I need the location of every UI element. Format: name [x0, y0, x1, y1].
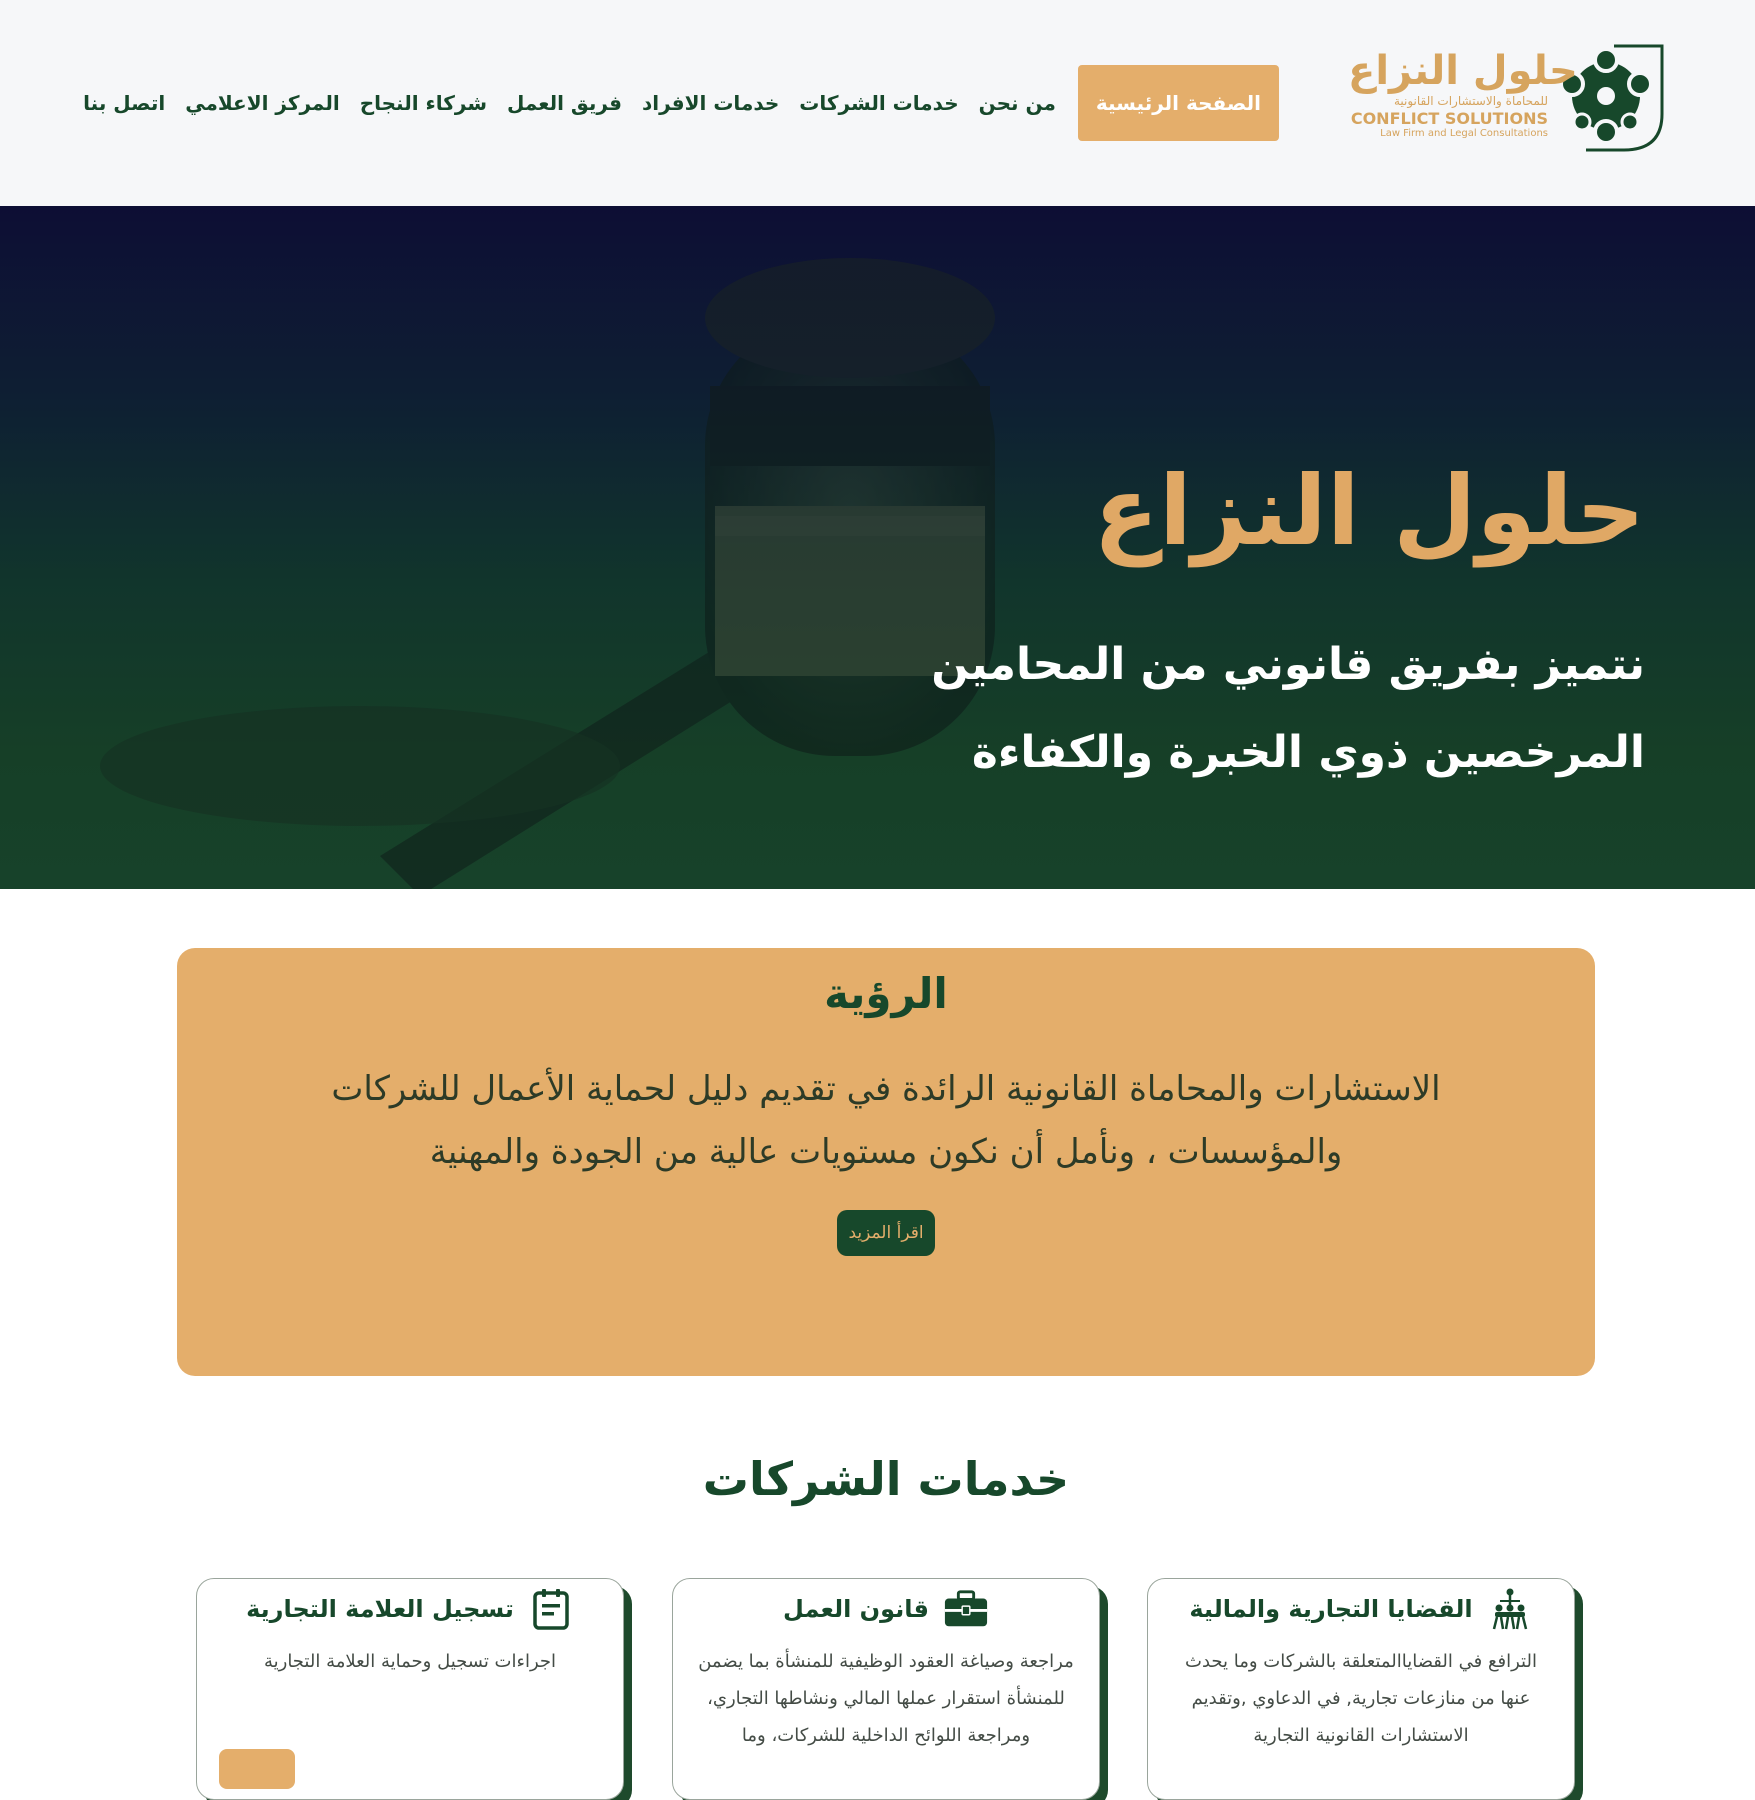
card-title: تسجيل العلامة التجارية — [246, 1595, 514, 1623]
card-description: اجراءات تسجيل وحماية العلامة التجارية — [263, 1651, 557, 1672]
card-description: مراجعة وصياغة العقود الوظيفية للمنشأة بم… — [698, 1651, 1074, 1746]
values-title: الرؤية — [824, 969, 948, 1018]
read-more-button[interactable]: اقرأ المزيد — [837, 1210, 935, 1256]
section-title-company-services: خدمات الشركات — [702, 1452, 1070, 1506]
card-header: القضايا التجارية والمالية — [1148, 1584, 1574, 1634]
hero-subtitle-line-1: نتميز بفريق قانوني من المحامين — [931, 639, 1645, 690]
hero-banner: حلول النزاع نتميز بفريق قانوني من المحام… — [0, 206, 1755, 889]
card-header: تسجيل العلامة التجارية — [197, 1584, 623, 1634]
logo-subtitle-en: Law Firm and Legal Consultations — [1380, 128, 1548, 139]
card-description: الترافع في القضاياالمتعلقة بالشركات وما … — [1185, 1651, 1537, 1746]
nav-item-partners[interactable]: شركاء النجاح — [350, 91, 497, 115]
nav-item-contact[interactable]: اتصل بنا — [73, 91, 175, 115]
values-text: الاستشارات والمحاماة القانونية الرائدة ف… — [331, 1069, 1441, 1172]
nav-item-team[interactable]: فريق العمل — [497, 91, 632, 115]
hero-subtitle-line-2: المرخصين ذوي الخبرة والكفاءة — [971, 727, 1645, 778]
logo-name-ar: حلول النزاع — [1348, 48, 1578, 94]
hero-subtitle: نتميز بفريق قانوني من المحامين المرخصين … — [645, 621, 1645, 797]
nav-item-individual-services[interactable]: خدمات الافراد — [632, 91, 789, 115]
card-title: قانون العمل — [783, 1595, 929, 1623]
logo-subtitle-ar: للمحاماة والاستشارات القانونية — [1393, 94, 1548, 108]
service-card-commercial[interactable]: القضايا التجارية والمالية الترافع في الق… — [1147, 1578, 1575, 1800]
nav-item-about[interactable]: من نحن — [969, 91, 1066, 115]
site-header: حلول النزاع للمحاماة والاستشارات القانون… — [0, 0, 1755, 206]
card-header: قانون العمل — [673, 1584, 1099, 1634]
logo-text: حلول النزاع للمحاماة والاستشارات القانون… — [1348, 48, 1578, 140]
values-card: الرؤية الاستشارات والمحاماة القانونية ال… — [177, 948, 1595, 1376]
logo-name-en: CONFLICT SOLUTIONS — [1350, 109, 1548, 128]
hero-title: حلول النزاع — [1093, 455, 1645, 567]
nav-item-media-center[interactable]: المركز الاعلامي — [175, 91, 349, 115]
service-card-labor-law[interactable]: قانون العمل مراجعة وصياغة العقود الوظيفي… — [672, 1578, 1100, 1800]
main-nav: الصفحة الرئيسية من نحن خدمات الشركات خدم… — [73, 65, 1279, 141]
nav-item-home[interactable]: الصفحة الرئيسية — [1077, 65, 1279, 141]
card-title: القضايا التجارية والمالية — [1189, 1595, 1473, 1623]
card-more-button[interactable] — [219, 1749, 295, 1789]
briefcase-icon — [943, 1586, 989, 1632]
people-network-icon — [1487, 1586, 1533, 1632]
logo[interactable]: حلول النزاع للمحاماة والاستشارات القانون… — [1348, 42, 1666, 154]
service-card-trademark[interactable]: تسجيل العلامة التجارية اجراءات تسجيل وحم… — [196, 1578, 624, 1800]
nav-item-company-services[interactable]: خدمات الشركات — [789, 91, 968, 115]
document-icon — [528, 1586, 574, 1632]
